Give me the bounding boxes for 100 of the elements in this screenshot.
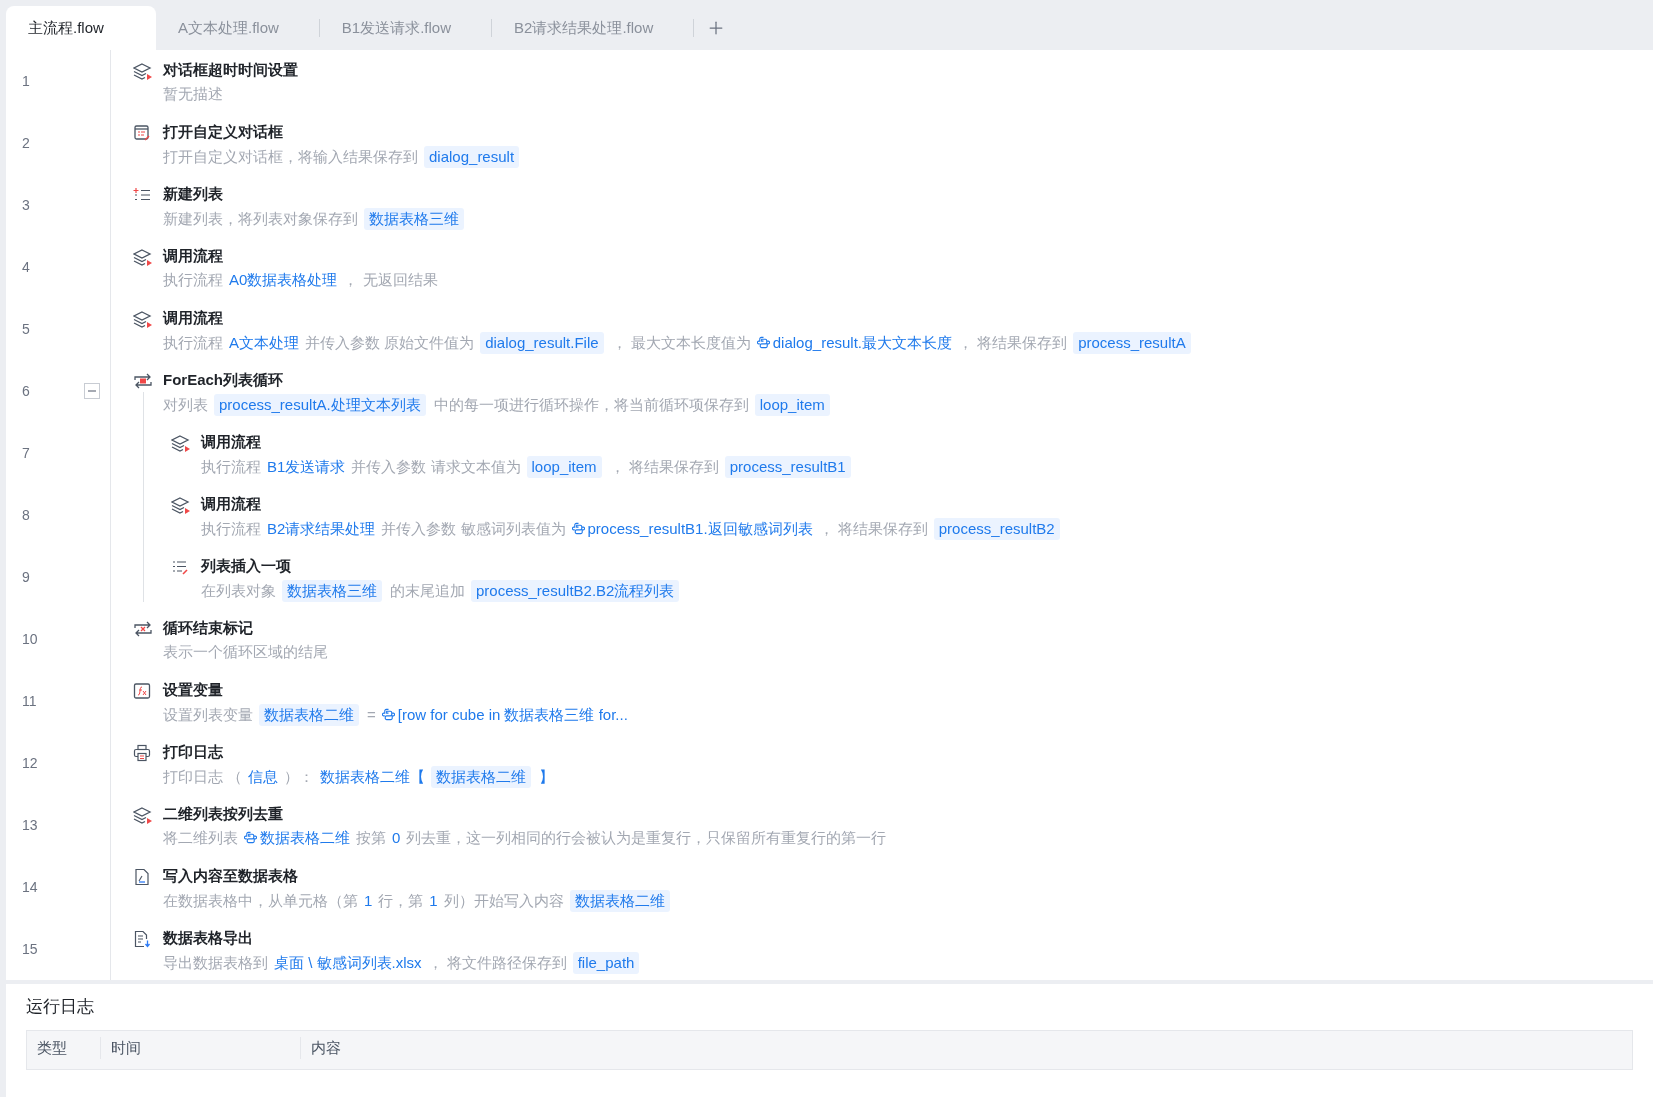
flow-link[interactable]: B1发送请求 <box>267 457 346 477</box>
step-title: 新建列表 <box>163 184 224 204</box>
flow-link[interactable]: 数据表格二维【 <box>320 767 426 787</box>
description-text: 列去重，这一列相同的行会被认为是重复行，只保留所有重复行的第一行 <box>406 828 887 848</box>
document-icon <box>133 868 151 886</box>
column-header: 时间 <box>111 1038 141 1056</box>
layers-icon <box>171 434 191 454</box>
description-text: 在列表对象 <box>201 581 276 601</box>
flow-link[interactable]: 1 <box>429 891 438 911</box>
expression-icon <box>756 336 770 349</box>
flow-link[interactable]: 桌面 \ 敏感词列表.xlsx <box>274 953 422 973</box>
file-tab[interactable]: A文本处理.flow <box>156 6 319 50</box>
file-tab[interactable]: B1发送请求.flow <box>319 6 492 50</box>
description-text: 暂无描述 <box>163 84 223 104</box>
loop-end-icon <box>133 620 153 638</box>
description-text: 执行流程 <box>163 270 223 290</box>
line-number: 3 <box>22 195 30 215</box>
function-icon <box>133 682 151 700</box>
flow-link[interactable]: 信息 <box>248 767 279 787</box>
layers-icon <box>171 496 191 516</box>
expression-text: 数据表格二维 <box>244 828 350 848</box>
line-number: 2 <box>22 133 30 153</box>
line-number: 4 <box>22 257 30 277</box>
line-number: 6 <box>22 381 30 401</box>
step-title: 写入内容至数据表格 <box>163 866 299 886</box>
step-title: 调用流程 <box>163 246 224 266</box>
line-number: 13 <box>22 815 38 835</box>
file-tab[interactable]: B2请求结果处理.flow <box>492 6 694 50</box>
step-title: 数据表格导出 <box>163 928 254 948</box>
step-title: 调用流程 <box>163 308 224 328</box>
description-text: 将二维列表 <box>163 828 238 848</box>
expression-icon <box>381 708 395 721</box>
description-text: 列）开始写入内容 <box>443 891 564 911</box>
description-text: 并传入参数 原始文件值为 <box>305 333 475 353</box>
step-title: 列表插入一项 <box>201 556 292 576</box>
description-text: ）： <box>284 767 315 787</box>
variable-tag: loop_item <box>754 394 830 416</box>
line-number: 7 <box>22 443 30 463</box>
description-text: ， 无返回结果 <box>343 270 438 290</box>
variable-tag: file_path <box>572 952 640 974</box>
line-number: 9 <box>22 567 30 587</box>
variable-tag: process_resultA.处理文本列表 <box>214 394 426 416</box>
step-title: 打印日志 <box>163 742 224 762</box>
flow-link[interactable]: 】 <box>539 767 555 787</box>
description-text: 对列表 <box>163 395 208 415</box>
description-text: = <box>367 705 376 725</box>
step-title: 调用流程 <box>201 432 262 452</box>
variable-tag: 数据表格二维 <box>259 704 359 726</box>
variable-tag: process_resultB2.B2流程列表 <box>471 580 680 602</box>
description-text: 新建列表，将列表对象保存到 <box>163 209 358 229</box>
description-text: 表示一个循环区域的结尾 <box>163 642 328 662</box>
variable-tag: 数据表格二维 <box>431 766 532 788</box>
collapse-button[interactable] <box>84 383 100 399</box>
step-title: 二维列表按列去重 <box>163 804 284 824</box>
flow-link[interactable]: B2请求结果处理 <box>267 519 376 539</box>
variable-tag: process_resultB1 <box>724 456 851 478</box>
variable-tag: process_resultA <box>1073 332 1191 354</box>
variable-tag: dialog_result <box>424 146 520 168</box>
flow-link[interactable]: A0数据表格处理 <box>229 270 338 290</box>
expression-text: dialog_result.最大文本长度 <box>756 333 952 353</box>
description-text: ， 将结果保存到 <box>958 333 1068 353</box>
line-number: 10 <box>22 629 38 649</box>
variable-tag: 数据表格三维 <box>364 208 464 230</box>
file-tab[interactable]: 主流程.flow <box>6 6 156 50</box>
description-text: 执行流程 <box>201 457 261 477</box>
dialog-icon <box>133 124 151 142</box>
description-text: 中的每一项进行循环操作，将当前循环项保存到 <box>433 395 749 415</box>
expression-text: [row for cube in 数据表格三维 for... <box>381 705 628 725</box>
step-title: 对话框超时时间设置 <box>163 60 298 80</box>
step-title: 循环结束标记 <box>163 618 254 638</box>
line-number: 11 <box>22 691 37 711</box>
flow-link[interactable]: 0 <box>392 828 401 848</box>
description-text: ， 将文件路径保存到 <box>427 953 567 973</box>
description-text: 设置列表变量 <box>163 705 253 725</box>
variable-tag: 数据表格二维 <box>569 890 670 912</box>
list-edit-icon <box>171 558 189 576</box>
step-title: 设置变量 <box>163 680 224 700</box>
line-number: 14 <box>22 877 38 897</box>
loop-icon <box>133 372 153 390</box>
description-text: 按第 <box>356 828 386 848</box>
step-title: ForEach列表循环 <box>163 370 284 390</box>
line-number: 15 <box>22 939 38 959</box>
description-text: ， 将结果保存到 <box>818 519 928 539</box>
description-text: 的末尾追加 <box>390 581 465 601</box>
description-text: 执行流程 <box>163 333 223 353</box>
layers-icon <box>133 806 153 826</box>
description-text: 打开自定义对话框，将输入结果保存到 <box>163 147 418 167</box>
description-text: 行，第 <box>378 891 424 911</box>
variable-tag: loop_item <box>526 456 602 478</box>
line-number: 1 <box>22 71 30 91</box>
expression-icon <box>244 831 257 844</box>
variable-tag: process_resultB2 <box>933 518 1060 540</box>
step-title: 调用流程 <box>201 494 262 514</box>
layers-icon <box>133 248 153 268</box>
flow-link[interactable]: A文本处理 <box>229 333 299 353</box>
description-text: 打印日志 （ <box>163 767 243 787</box>
description-text: 执行流程 <box>201 519 261 539</box>
column-header: 类型 <box>37 1038 67 1056</box>
flow-link[interactable]: 1 <box>364 891 373 911</box>
line-number: 5 <box>22 319 30 339</box>
